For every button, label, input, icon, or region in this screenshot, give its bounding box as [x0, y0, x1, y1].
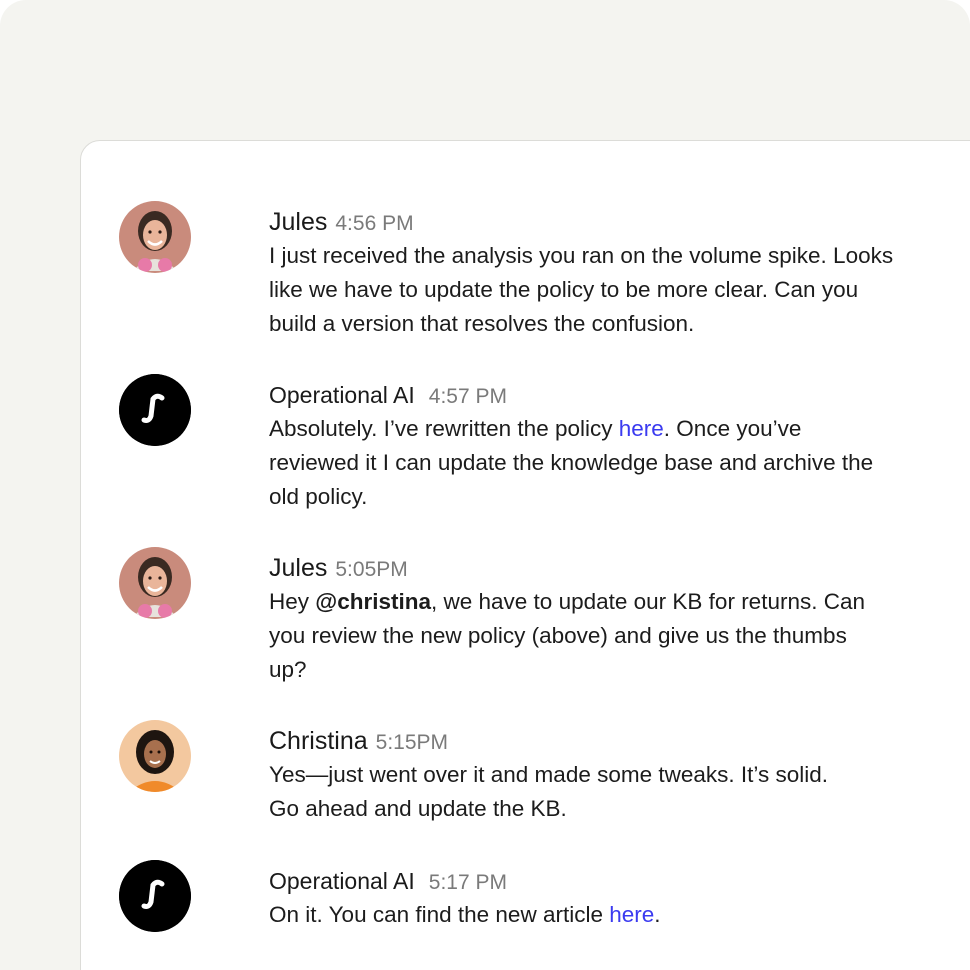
user-mention[interactable]: @christina — [315, 589, 431, 614]
message-line: Absolutely. I’ve rewritten the policy he… — [269, 416, 802, 441]
message-line: Go ahead and update the KB. — [269, 796, 567, 821]
message-line: I just received the analysis you ran on … — [269, 243, 894, 268]
message-author[interactable]: Jules — [269, 208, 327, 236]
message-author[interactable]: Christina — [269, 727, 368, 755]
message-text: Absolutely. I’ve rewritten the policy he… — [269, 412, 970, 514]
fin-logo-icon[interactable] — [119, 374, 191, 446]
message-author[interactable]: Operational AI — [269, 868, 415, 894]
message-timestamp: 4:57 PM — [428, 385, 507, 408]
message-text: I just received the analysis you ran on … — [269, 239, 970, 341]
avatar-jules[interactable] — [119, 201, 191, 273]
message-timestamp: 4:56 PM — [335, 212, 414, 235]
message-text: Yes—just went over it and made some twea… — [269, 758, 970, 826]
avatar-jules[interactable] — [119, 547, 191, 619]
message-timestamp: 5:17 PM — [428, 871, 507, 894]
message-line: up? — [269, 657, 307, 682]
message-line: like we have to update the policy to be … — [269, 277, 859, 302]
policy-link[interactable]: here — [619, 416, 664, 441]
chat-panel: Jules 4:56 PM I just received the analysi… — [80, 140, 970, 970]
message-line: build a version that resolves the confus… — [269, 311, 695, 336]
article-link[interactable]: here — [609, 902, 654, 927]
message-line: Hey @christina, we have to update our KB… — [269, 589, 865, 614]
message-timestamp: 5:05PM — [335, 558, 408, 581]
message-line: Yes—just went over it and made some twea… — [269, 762, 829, 787]
avatar-christina[interactable] — [119, 720, 191, 792]
message-line: On it. You can find the new article here… — [269, 902, 661, 927]
message-line: you review the new policy (above) and gi… — [269, 623, 847, 648]
message-text: Hey @christina, we have to update our KB… — [269, 585, 970, 687]
message-line: reviewed it I can update the knowledge b… — [269, 450, 874, 475]
app-background: Jules 4:56 PM I just received the analysi… — [0, 0, 970, 970]
message-line: old policy. — [269, 484, 368, 509]
message-timestamp: 5:15PM — [375, 731, 449, 754]
message-author[interactable]: Jules — [269, 554, 327, 582]
message-author[interactable]: Operational AI — [269, 382, 415, 408]
fin-logo-icon[interactable] — [119, 860, 191, 932]
message-text: On it. You can find the new article here… — [269, 898, 970, 932]
